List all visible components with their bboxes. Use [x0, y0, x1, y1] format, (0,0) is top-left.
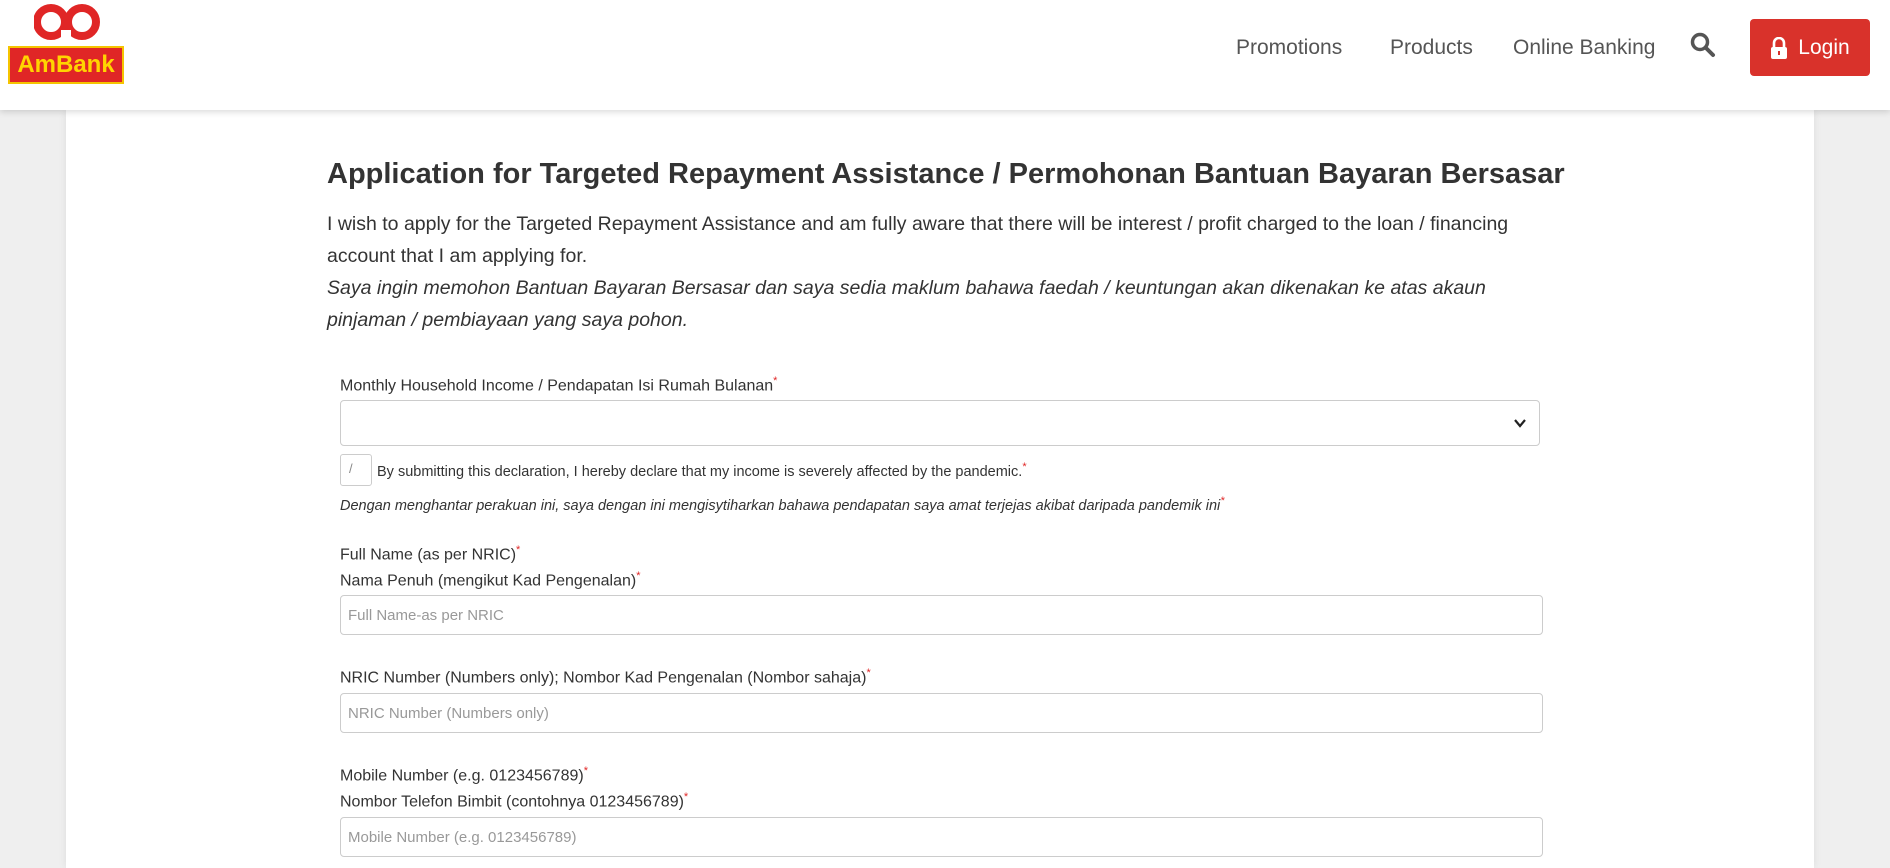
- required-mark: *: [773, 375, 778, 387]
- declaration-checkbox[interactable]: /: [340, 454, 372, 486]
- nav-promotions[interactable]: Promotions: [1236, 36, 1342, 60]
- login-button[interactable]: Login: [1750, 19, 1870, 76]
- income-label: Monthly Household Income / Pendapatan Is…: [340, 375, 777, 395]
- declaration-english-text: By submitting this declaration, I hereby…: [377, 463, 1023, 480]
- intro-text: I wish to apply for the Targeted Repayme…: [327, 208, 1547, 336]
- mobile-input[interactable]: [340, 817, 1543, 857]
- intro-malay: Saya ingin memohon Bantuan Bayaran Bersa…: [327, 277, 1486, 331]
- income-label-text: Monthly Household Income / Pendapatan Is…: [340, 377, 774, 395]
- full-name-label-malay-text: Nama Penuh (mengikut Kad Pengenalan): [340, 572, 637, 590]
- intro-english: I wish to apply for the Targeted Repayme…: [327, 213, 1509, 267]
- declaration-english: By submitting this declaration, I hereby…: [377, 461, 1027, 480]
- declaration-malay: Dengan menghantar perakuan ini, saya den…: [340, 495, 1225, 514]
- required-mark: *: [1022, 461, 1027, 473]
- full-name-label-malay: Nama Penuh (mengikut Kad Pengenalan)*: [340, 570, 640, 590]
- declaration-malay-text: Dengan menghantar perakuan ini, saya den…: [340, 497, 1221, 514]
- lock-icon: [1771, 36, 1788, 59]
- nric-label-text: NRIC Number (Numbers only); Nombor Kad P…: [340, 669, 867, 687]
- chevron-down-icon: [1514, 419, 1526, 428]
- full-name-label: Full Name (as per NRIC)*: [340, 544, 520, 564]
- login-label: Login: [1798, 35, 1850, 59]
- nav-products[interactable]: Products: [1390, 36, 1473, 60]
- nav-online-banking[interactable]: Online Banking: [1513, 36, 1655, 60]
- ambank-logo[interactable]: AmBank: [8, 4, 124, 84]
- required-mark: *: [866, 667, 871, 679]
- mobile-label-malay-text: Nombor Telefon Bimbit (contohnya 0123456…: [340, 793, 684, 811]
- brand-name: AmBank: [8, 46, 124, 84]
- required-mark: *: [636, 570, 641, 582]
- mobile-label-malay: Nombor Telefon Bimbit (contohnya 0123456…: [340, 791, 688, 811]
- required-mark: *: [683, 791, 689, 803]
- full-name-label-english: Full Name (as per NRIC): [340, 546, 517, 564]
- search-icon[interactable]: [1690, 32, 1716, 58]
- page-title: Application for Targeted Repayment Assis…: [327, 158, 1565, 190]
- nric-label: NRIC Number (Numbers only); Nombor Kad P…: [340, 667, 871, 687]
- required-mark: *: [1220, 495, 1225, 507]
- nric-input[interactable]: [340, 693, 1543, 733]
- income-select[interactable]: [340, 400, 1540, 446]
- required-mark: *: [583, 765, 588, 777]
- site-header: AmBank Promotions Products Online Bankin…: [0, 0, 1890, 110]
- mobile-label-english: Mobile Number (e.g. 0123456789): [340, 767, 584, 785]
- full-name-input[interactable]: [340, 595, 1543, 635]
- ambank-logo-icon: [34, 4, 100, 42]
- mobile-label: Mobile Number (e.g. 0123456789)*: [340, 765, 588, 785]
- required-mark: *: [516, 544, 521, 556]
